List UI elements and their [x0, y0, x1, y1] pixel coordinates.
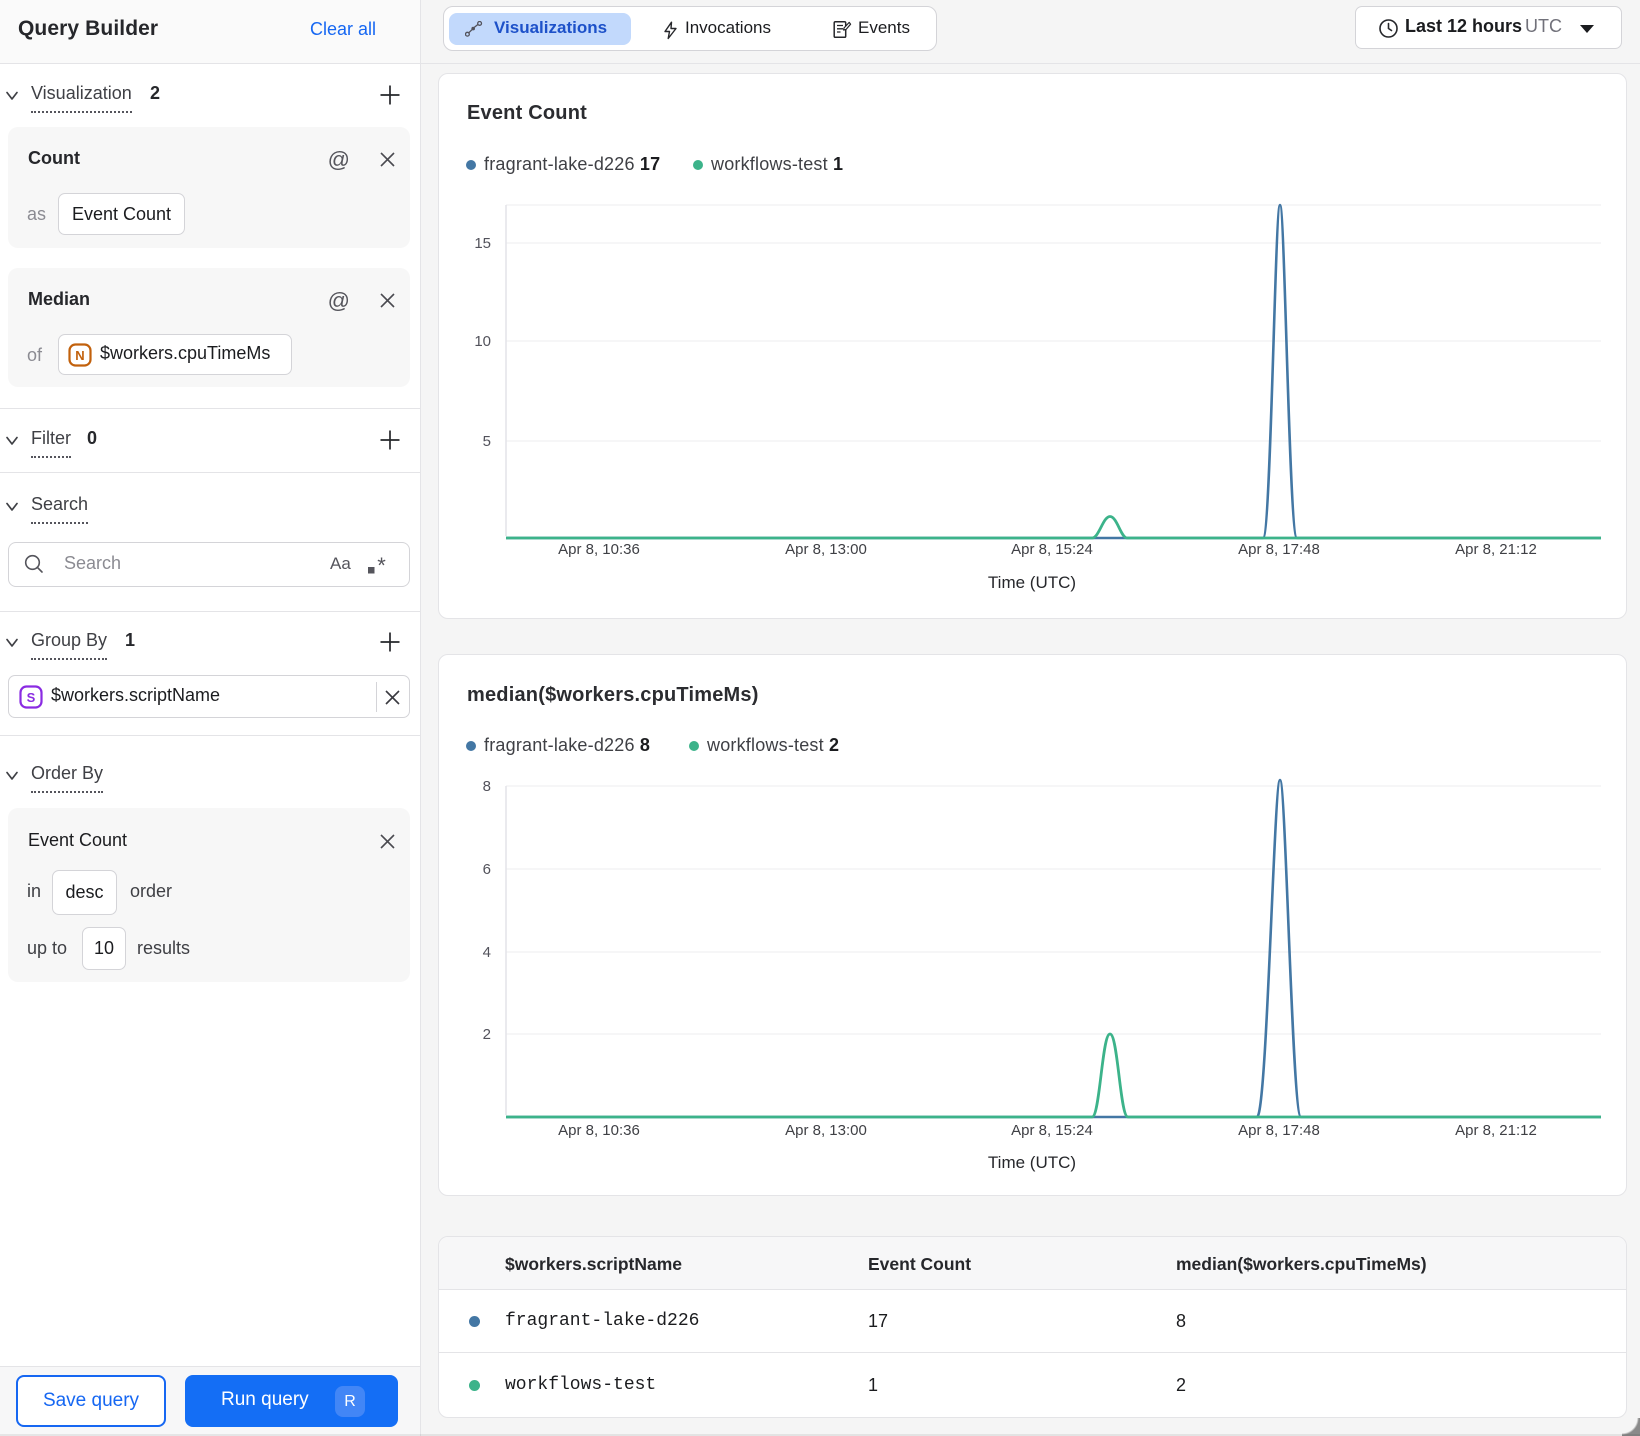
svg-text:Time (UTC): Time (UTC)	[988, 573, 1076, 592]
svg-text:4: 4	[483, 944, 491, 961]
svg-text:Apr 8, 10:36: Apr 8, 10:36	[558, 1122, 640, 1139]
svg-text:Apr 8, 13:00: Apr 8, 13:00	[785, 541, 867, 558]
svg-text:6: 6	[483, 861, 491, 878]
svg-text:Time (UTC): Time (UTC)	[988, 1153, 1076, 1172]
svg-text:Apr 8, 15:24: Apr 8, 15:24	[1011, 541, 1093, 558]
svg-text:8: 8	[483, 778, 491, 795]
svg-text:15: 15	[474, 235, 491, 252]
svg-text:*: *	[377, 554, 386, 578]
svg-text:Apr 8, 17:48: Apr 8, 17:48	[1238, 1122, 1320, 1139]
svg-text:Apr 8, 21:12: Apr 8, 21:12	[1455, 1122, 1537, 1139]
svg-text:Apr 8, 13:00: Apr 8, 13:00	[785, 1122, 867, 1139]
svg-text:Apr 8, 17:48: Apr 8, 17:48	[1238, 541, 1320, 558]
svg-text:5: 5	[483, 433, 491, 450]
svg-text:2: 2	[483, 1026, 491, 1043]
svg-text:Apr 8, 10:36: Apr 8, 10:36	[558, 541, 640, 558]
svg-text:S: S	[27, 690, 36, 705]
svg-text:10: 10	[474, 333, 491, 350]
svg-text:Apr 8, 21:12: Apr 8, 21:12	[1455, 541, 1537, 558]
svg-text:N: N	[75, 348, 84, 363]
svg-text:Apr 8, 15:24: Apr 8, 15:24	[1011, 1122, 1093, 1139]
